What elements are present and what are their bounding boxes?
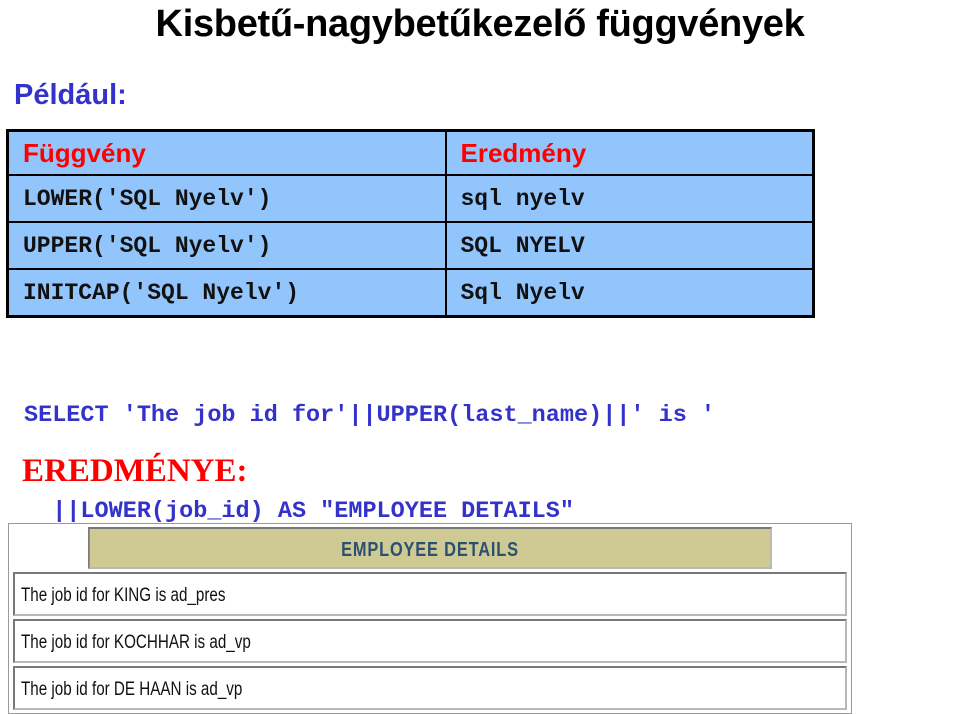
table-row: INITCAP('SQL Nyelv') Sql Nyelv	[6, 268, 815, 318]
table-cell-result: SQL NYELV	[444, 221, 815, 270]
result-grid-cell-text: The job id for KOCHHAR is ad_vp	[21, 632, 251, 653]
table-cell-result: sql nyelv	[444, 174, 815, 223]
table-header-row: Függvény Eredmény	[6, 129, 815, 176]
result-grid-cell-text: The job id for DE HAAN is ad_vp	[21, 679, 243, 700]
table-cell-function: UPPER('SQL Nyelv')	[6, 221, 447, 270]
function-result-table: Függvény Eredmény LOWER('SQL Nyelv') sql…	[6, 129, 815, 318]
sql-code-line: SELECT 'The job id for'||UPPER(last_name…	[24, 402, 716, 429]
table-cell-function: LOWER('SQL Nyelv')	[6, 174, 447, 223]
result-heading: EREDMÉNYE:	[22, 453, 248, 489]
table-column-header-function: Függvény	[6, 129, 447, 176]
table-cell-function: INITCAP('SQL Nyelv')	[6, 268, 447, 318]
table-column-header-result: Eredmény	[444, 129, 815, 176]
query-result-grid: EMPLOYEE DETAILS The job id for KING is …	[8, 523, 852, 714]
result-grid-column-header: EMPLOYEE DETAILS	[88, 527, 772, 569]
result-grid-row: The job id for KING is ad_pres	[13, 572, 847, 616]
example-lead-in-label: Például:	[14, 79, 127, 111]
table-cell-result: Sql Nyelv	[444, 268, 815, 318]
table-row: LOWER('SQL Nyelv') sql nyelv	[6, 174, 815, 223]
result-grid-cell-text: The job id for KING is ad_pres	[21, 585, 226, 606]
result-grid-row: The job id for KOCHHAR is ad_vp	[13, 619, 847, 663]
page-title: Kisbetű-nagybetűkezelő függvények	[155, 3, 805, 45]
result-grid-row: The job id for DE HAAN is ad_vp	[13, 666, 847, 710]
table-row: UPPER('SQL Nyelv') SQL NYELV	[6, 221, 815, 270]
